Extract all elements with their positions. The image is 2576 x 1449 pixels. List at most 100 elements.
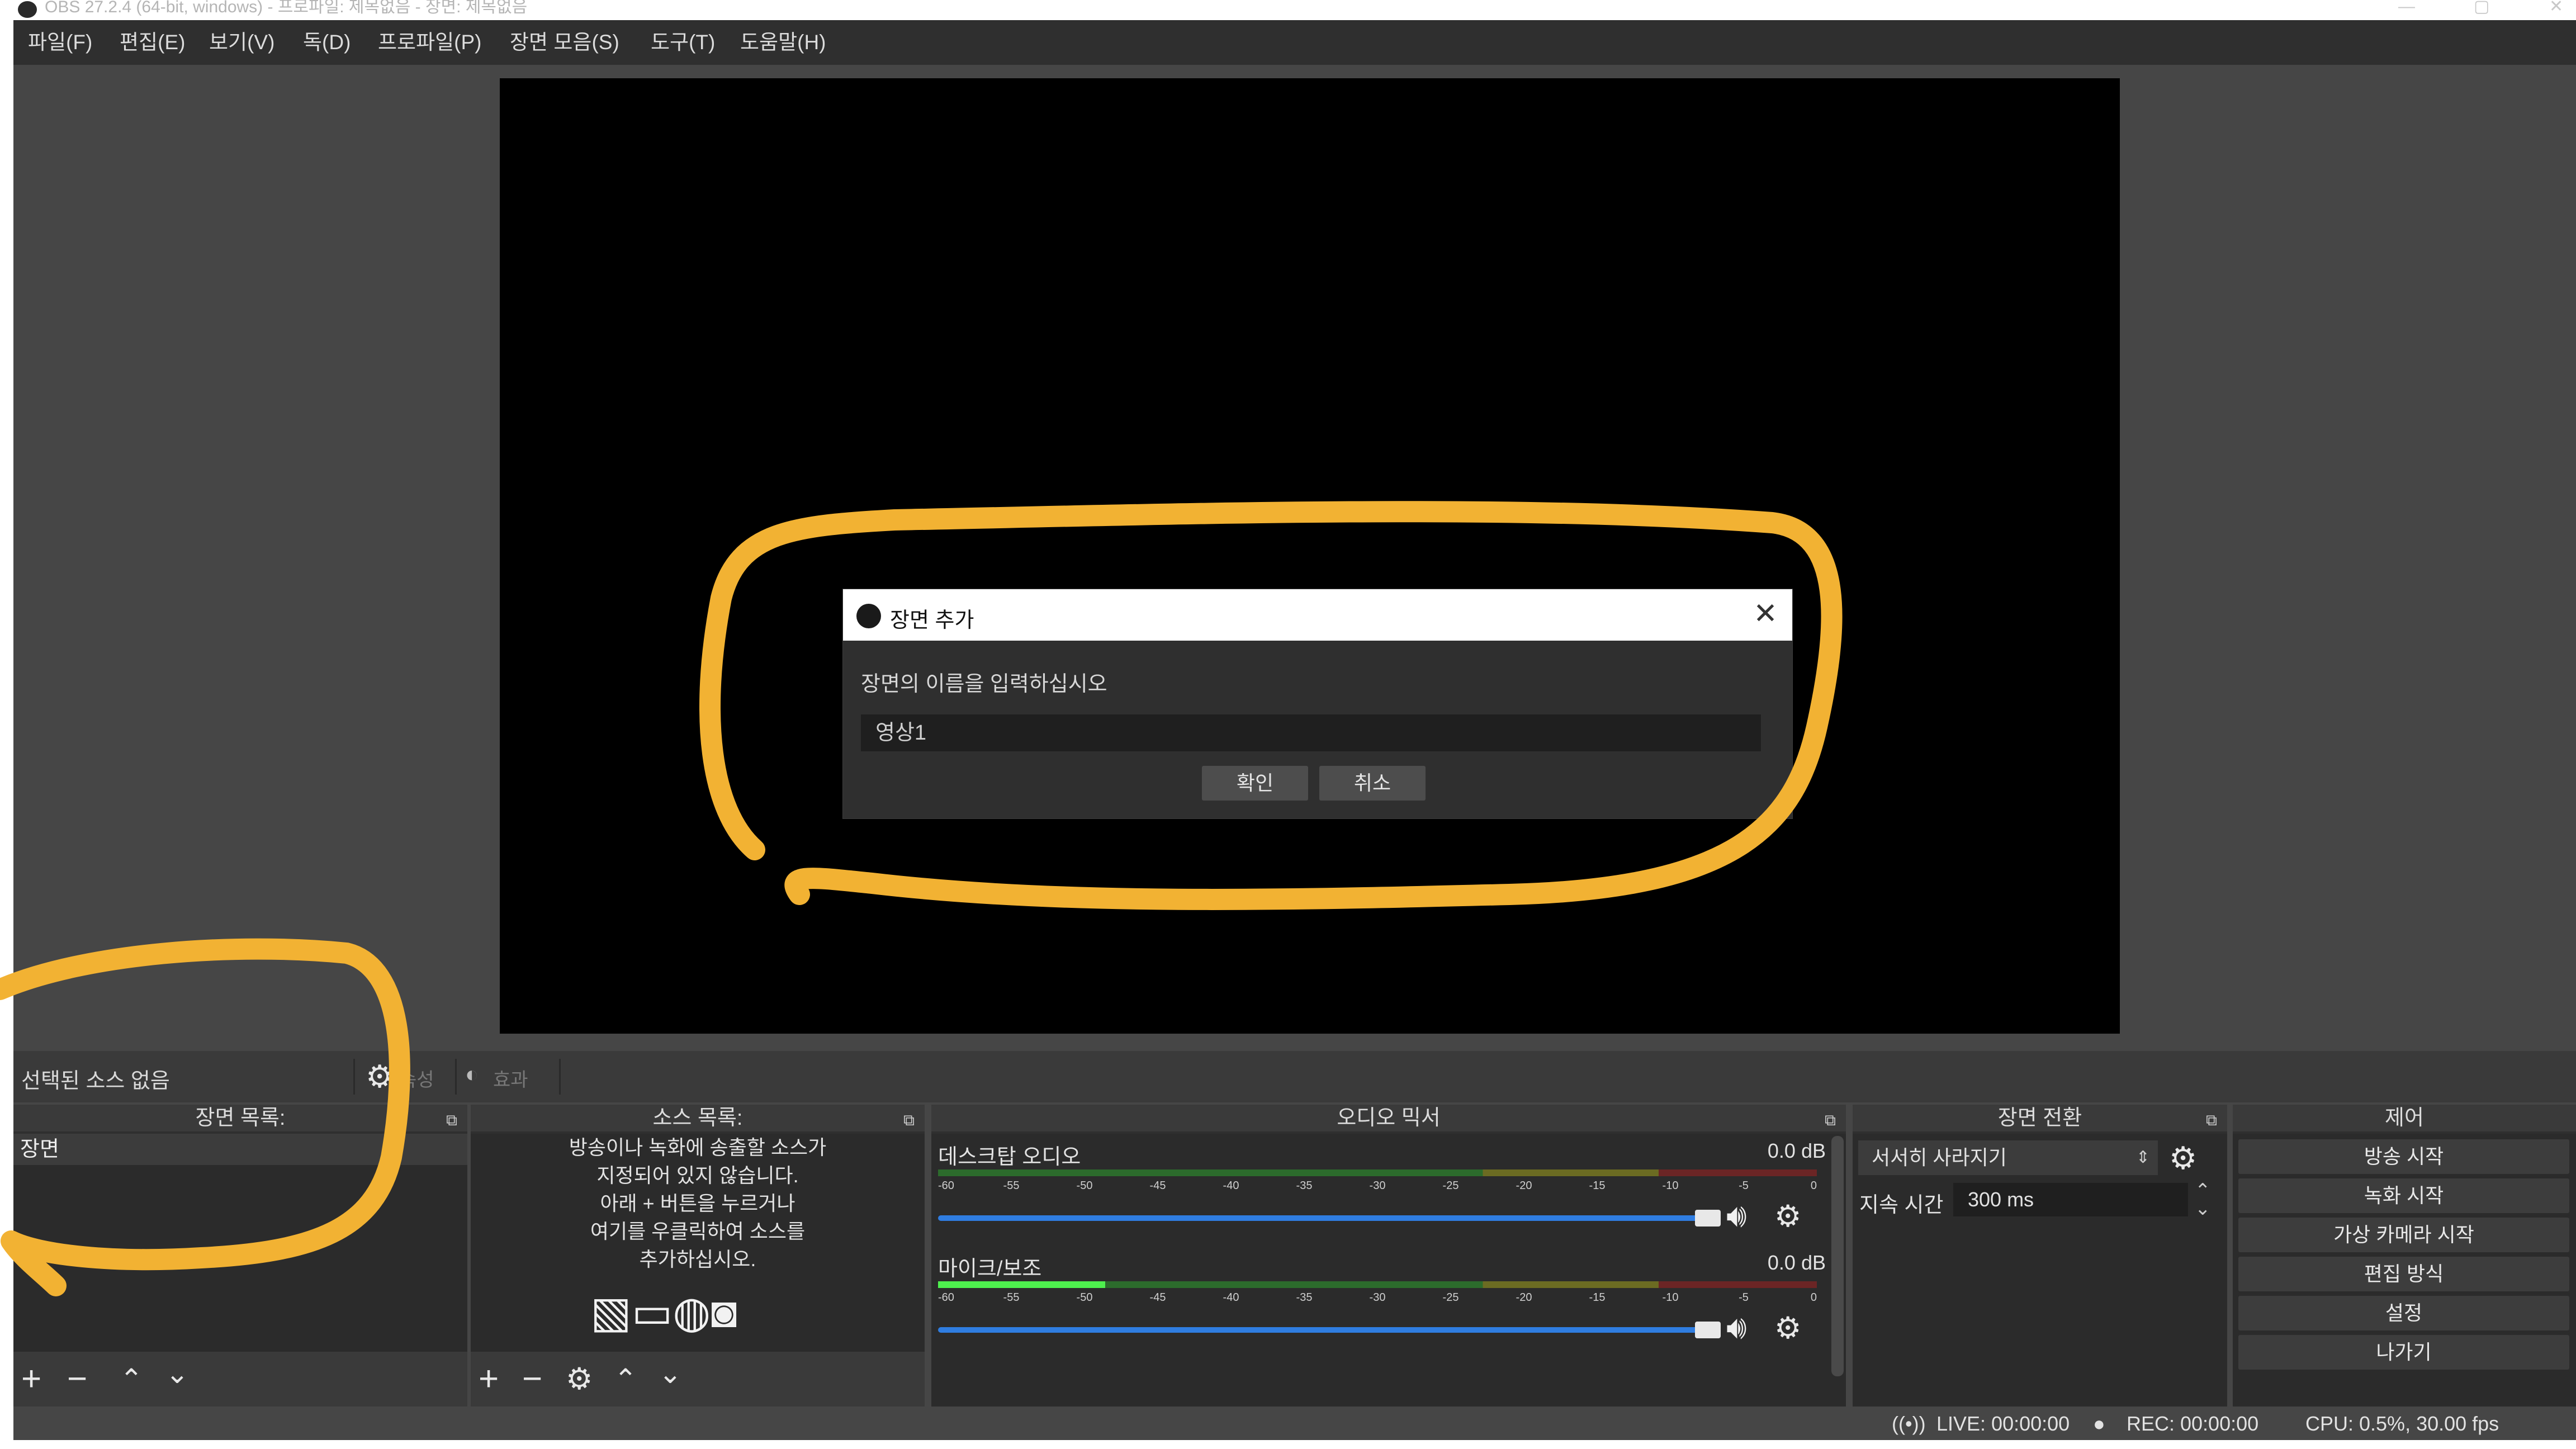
gear-icon[interactable]: ⚙ bbox=[366, 1061, 394, 1092]
meter-tick-label: -55 bbox=[1003, 1291, 1020, 1304]
volume-slider[interactable] bbox=[938, 1322, 1721, 1338]
meter-tick-label: -25 bbox=[1442, 1180, 1459, 1192]
add-scene-dialog: 장면 추가 ✕ 장면의 이름을 입력하십시오 영상1 확인 취소 bbox=[843, 589, 1792, 818]
sources-empty-line: 아래 + 버튼을 누르거나 bbox=[600, 1192, 795, 1215]
minimize-icon[interactable]: — bbox=[2398, 0, 2415, 15]
plus-icon[interactable]: + bbox=[21, 1362, 41, 1396]
sources-list[interactable]: 방송이나 녹화에 송출할 소스가 지정되어 있지 않습니다. 아래 + 버튼을 … bbox=[471, 1134, 925, 1352]
meter-tick-label: -45 bbox=[1149, 1291, 1166, 1304]
meter-tick-label: -40 bbox=[1223, 1180, 1239, 1192]
gear-icon[interactable]: ⚙ bbox=[1774, 1313, 1801, 1344]
sources-empty-line: 지정되어 있지 않습니다. bbox=[596, 1164, 799, 1187]
obs-main-window: 파일(F) 편집(E) 보기(V) 독(D) 프로파일(P) 장면 모음(S) … bbox=[13, 20, 2576, 1440]
plus-icon[interactable]: + bbox=[479, 1362, 499, 1396]
meter-tick-label: -10 bbox=[1662, 1291, 1679, 1304]
window-title: OBS 27.2.4 (64-bit, windows) - 프로파일: 제목없… bbox=[45, 0, 528, 16]
speaker-icon[interactable]: 🔊︎ bbox=[1726, 1200, 1747, 1232]
studio-mode-button[interactable]: 편집 방식 bbox=[2238, 1257, 2569, 1291]
dialog-title-bar: 장면 추가 ✕ bbox=[843, 589, 1792, 641]
meter-tick-label: -20 bbox=[1516, 1180, 1532, 1192]
ok-button[interactable]: 확인 bbox=[1202, 766, 1308, 801]
meter-tick-label: -35 bbox=[1296, 1291, 1313, 1304]
arrow-up-icon[interactable]: ⌃ bbox=[120, 1363, 143, 1395]
menu-edit[interactable]: 편집(E) bbox=[120, 30, 185, 55]
properties-label[interactable]: 속성 bbox=[399, 1064, 434, 1092]
popout-icon[interactable]: ⧉ bbox=[903, 1107, 915, 1134]
controls-header-label: 제어 bbox=[2385, 1106, 2424, 1130]
transitions-header-label: 장면 전환 bbox=[1997, 1106, 2082, 1130]
mixer-header: 오디오 믹서 ⧉ bbox=[931, 1105, 1846, 1131]
exit-button[interactable]: 나가기 bbox=[2238, 1335, 2569, 1370]
sources-header-label: 소스 목록: bbox=[652, 1106, 743, 1130]
sources-header: 소스 목록: ⧉ bbox=[471, 1105, 925, 1131]
gear-icon[interactable]: ⚙ bbox=[2169, 1143, 2197, 1174]
preview-canvas[interactable] bbox=[500, 78, 2120, 1034]
duration-label: 지속 시간 bbox=[1859, 1194, 1944, 1217]
close-icon[interactable]: ✕ bbox=[1749, 596, 1782, 632]
maximize-icon[interactable]: ▢ bbox=[2474, 0, 2489, 15]
minus-icon[interactable]: − bbox=[522, 1362, 542, 1396]
duration-input[interactable]: 300 ms bbox=[1953, 1183, 2188, 1216]
menu-view[interactable]: 보기(V) bbox=[209, 30, 274, 55]
sources-toolbar: + − ⚙ ⌃ ⌄ bbox=[471, 1352, 925, 1407]
scenes-header: 장면 목록: ⧉ bbox=[13, 1105, 467, 1131]
image-icon: ▧ bbox=[590, 1287, 632, 1337]
title-bar: OBS 27.2.4 (64-bit, windows) - 프로파일: 제목없… bbox=[0, 0, 2576, 20]
meter-tick-label: -60 bbox=[938, 1291, 954, 1304]
transition-select-value: 서서히 사라지기 bbox=[1872, 1146, 2007, 1169]
menu-help[interactable]: 도움말(H) bbox=[740, 30, 826, 55]
sources-empty-line: 추가하십시오. bbox=[639, 1248, 756, 1271]
volume-slider-handle[interactable] bbox=[1695, 1322, 1721, 1338]
arrow-up-icon[interactable]: ⌃ bbox=[614, 1363, 637, 1395]
minus-icon[interactable]: − bbox=[67, 1362, 87, 1396]
duration-stepper[interactable]: ⌃ ⌄ bbox=[2195, 1181, 2211, 1218]
close-window-icon[interactable]: ✕ bbox=[2549, 0, 2563, 15]
gear-icon[interactable]: ⚙ bbox=[566, 1363, 593, 1395]
mixer-scrollbar[interactable] bbox=[1831, 1136, 1844, 1376]
gear-icon[interactable]: ⚙ bbox=[1774, 1201, 1801, 1232]
menu-tools[interactable]: 도구(T) bbox=[651, 30, 715, 55]
meter-tick-label: -25 bbox=[1442, 1291, 1459, 1304]
cpu-status: CPU: 0.5%, 30.00 fps bbox=[2305, 1412, 2499, 1435]
menu-dock[interactable]: 독(D) bbox=[303, 30, 351, 55]
source-toolbar: 선택된 소스 없음 ⚙ 속성 ◐ 효과 bbox=[13, 1051, 2576, 1102]
audio-meter bbox=[938, 1169, 1817, 1176]
popout-icon[interactable]: ⧉ bbox=[446, 1107, 457, 1134]
meter-tick-label: 0 bbox=[1810, 1180, 1817, 1192]
volume-slider[interactable] bbox=[938, 1210, 1721, 1227]
globe-icon: ◍ bbox=[673, 1287, 711, 1337]
start-streaming-button[interactable]: 방송 시작 bbox=[2238, 1139, 2569, 1174]
divider bbox=[353, 1059, 355, 1095]
meter-tick-label: 0 bbox=[1810, 1291, 1817, 1304]
controls-dock: 제어 방송 시작 녹화 시작 가상 카메라 시작 편집 방식 설정 나가기 bbox=[2233, 1105, 2576, 1407]
scenes-list[interactable]: 장면 bbox=[13, 1134, 467, 1352]
menu-profile[interactable]: 프로파일(P) bbox=[378, 30, 481, 55]
divider bbox=[559, 1059, 561, 1095]
arrow-down-icon[interactable]: ⌄ bbox=[165, 1357, 189, 1390]
live-icon: ((•)) bbox=[1892, 1412, 1926, 1435]
filters-label[interactable]: 효과 bbox=[493, 1064, 528, 1092]
meter-level bbox=[938, 1281, 1105, 1288]
transitions-body: 서서히 사라지기 ⇕ ⚙ 지속 시간 300 ms ⌃ ⌄ bbox=[1853, 1134, 2227, 1407]
controls-header: 제어 bbox=[2233, 1105, 2576, 1131]
settings-button[interactable]: 설정 bbox=[2238, 1296, 2569, 1330]
volume-slider-handle[interactable] bbox=[1695, 1210, 1721, 1227]
scene-name-input[interactable]: 영상1 bbox=[861, 714, 1761, 751]
transition-select[interactable]: 서서히 사라지기 ⇕ bbox=[1858, 1140, 2158, 1175]
start-virtual-camera-button[interactable]: 가상 카메라 시작 bbox=[2238, 1218, 2569, 1252]
meter-tick-label: -15 bbox=[1589, 1180, 1606, 1192]
start-recording-button[interactable]: 녹화 시작 bbox=[2238, 1178, 2569, 1213]
popout-icon[interactable]: ⧉ bbox=[2206, 1107, 2217, 1134]
list-item[interactable]: 장면 bbox=[13, 1134, 467, 1165]
cancel-button[interactable]: 취소 bbox=[1319, 766, 1426, 801]
popout-icon[interactable]: ⧉ bbox=[1825, 1107, 1836, 1134]
meter-tick-label: -55 bbox=[1003, 1180, 1020, 1192]
no-source-label: 선택된 소스 없음 bbox=[21, 1069, 170, 1093]
menu-scene-collection[interactable]: 장면 모음(S) bbox=[510, 30, 619, 55]
filter-icon[interactable]: ◐ bbox=[465, 1062, 479, 1087]
display-icon: ▭ bbox=[631, 1287, 673, 1337]
menu-file[interactable]: 파일(F) bbox=[28, 30, 92, 55]
arrow-down-icon[interactable]: ⌄ bbox=[659, 1357, 682, 1390]
speaker-icon[interactable]: 🔊︎ bbox=[1726, 1311, 1747, 1344]
camera-icon: ◙ bbox=[711, 1287, 737, 1337]
